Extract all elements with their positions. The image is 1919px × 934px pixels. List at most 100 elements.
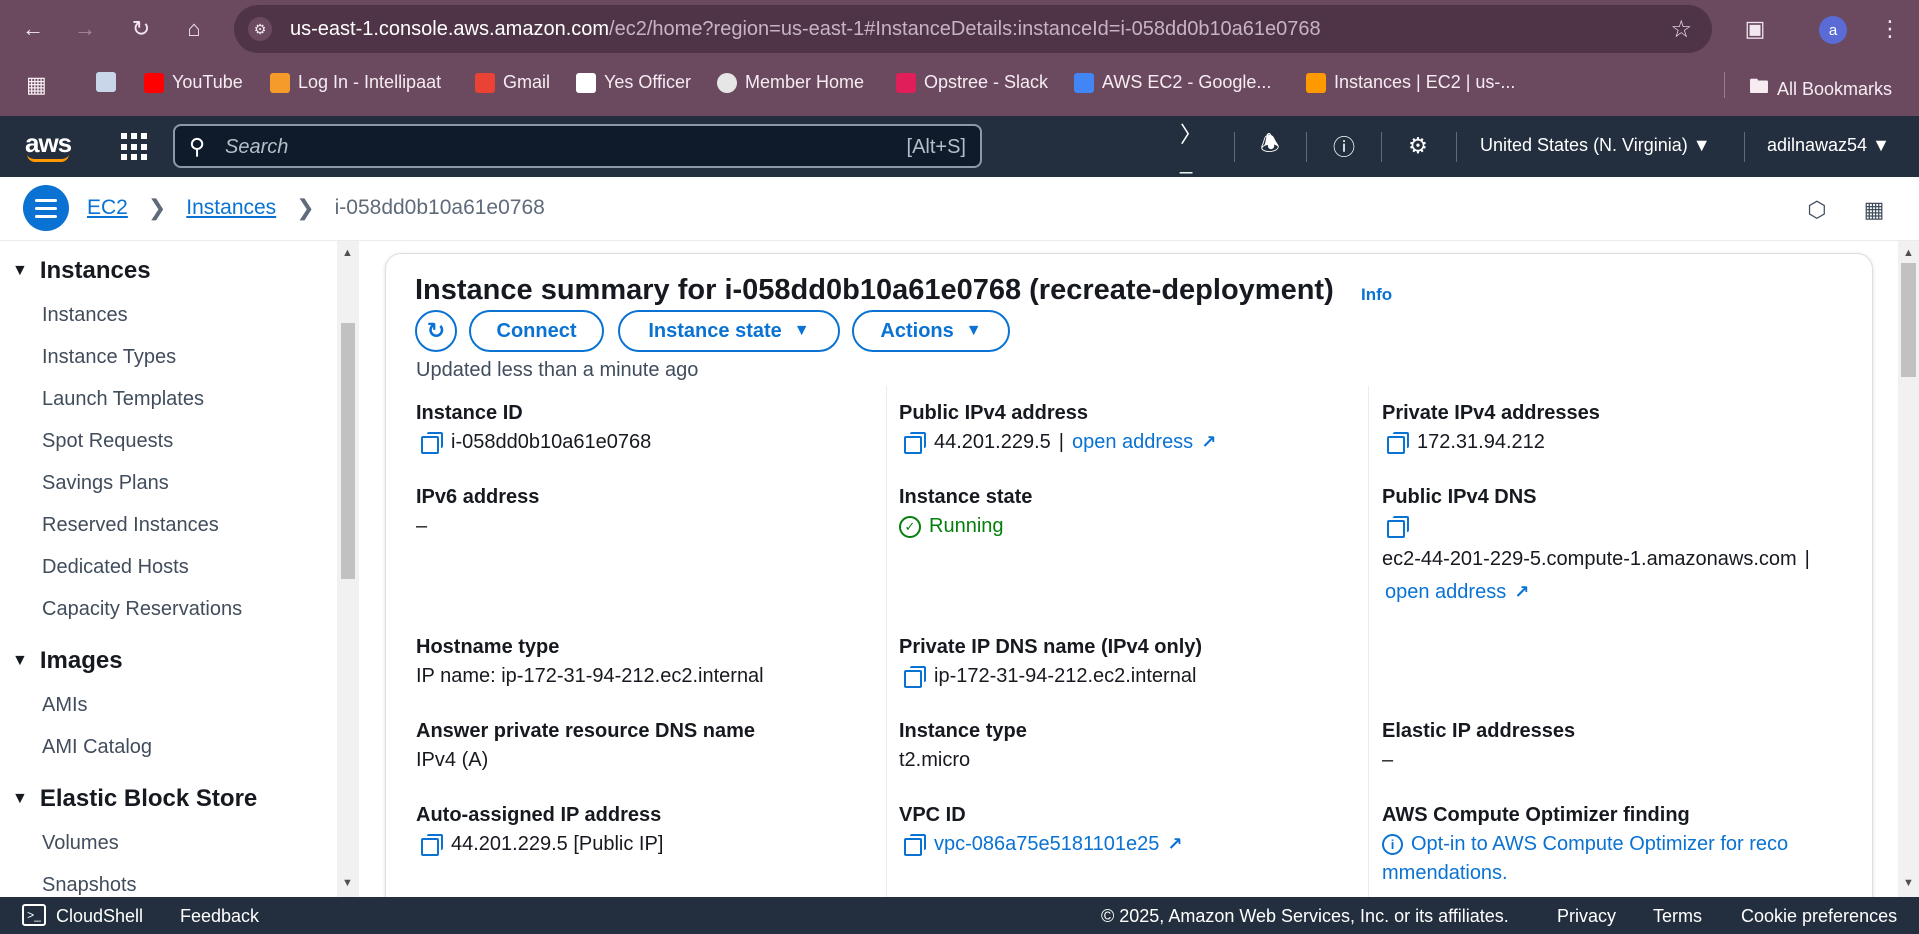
copy-icon[interactable] [904, 431, 926, 454]
sidebar-scroll-thumb[interactable] [341, 323, 355, 579]
bookmark-member-home[interactable]: Member Home [717, 72, 864, 93]
connect-button[interactable]: Connect [469, 310, 604, 352]
feedback-link[interactable]: Feedback [180, 906, 259, 927]
compute-optimizer-link-cont[interactable]: mmendations. [1382, 862, 1508, 885]
sidebar-item-dedicated-hosts[interactable]: Dedicated Hosts [42, 556, 189, 579]
public-dns-copy [1387, 516, 1409, 538]
main-scroll-thumb[interactable] [1901, 263, 1916, 377]
bookmark-instances[interactable]: Instances | EC2 | us-... [1306, 72, 1515, 93]
home-icon[interactable]: ⌂ [176, 11, 212, 47]
profile-avatar[interactable]: a [1819, 16, 1847, 44]
breadcrumb-ec2[interactable]: EC2 [87, 196, 128, 220]
cloudshell-link[interactable]: CloudShell [56, 906, 143, 927]
help-icon[interactable]: ⓘ [1328, 130, 1360, 162]
sidebar-item-capacity-reservations[interactable]: Capacity Reservations [42, 598, 242, 621]
bookmark-star-icon[interactable]: ☆ [1670, 15, 1692, 44]
private-ipv4-value: 172.31.94.212 [1387, 431, 1545, 454]
services-grid-icon[interactable] [121, 133, 149, 161]
search-box[interactable]: ⚲ [Alt+S] [173, 124, 982, 168]
aws-logo[interactable]: aws [25, 128, 72, 162]
browser-menu-icon[interactable]: ⋮ [1872, 11, 1908, 47]
copy-icon[interactable] [1387, 516, 1409, 538]
cloudshell-icon[interactable]: >_ [22, 904, 46, 926]
sidebar-item-volumes[interactable]: Volumes [42, 832, 119, 855]
sidebar-item-ami-catalog[interactable]: AMI Catalog [42, 736, 152, 759]
apps-grid-icon[interactable]: ▦ [26, 72, 47, 98]
breadcrumb-current: i-058dd0b10a61e0768 [334, 196, 545, 219]
external-link-icon[interactable]: ↗ [1514, 582, 1529, 603]
nav-section-elastic-block-store[interactable]: ▼ Elastic Block Store [12, 785, 257, 813]
scroll-up-arrow-icon[interactable]: ▲ [342, 247, 353, 259]
sidebar-item-spot-requests[interactable]: Spot Requests [42, 430, 173, 453]
sidebar-item-launch-templates[interactable]: Launch Templates [42, 388, 204, 411]
external-link-icon[interactable]: ↗ [1167, 834, 1182, 855]
copy-icon[interactable] [421, 833, 443, 856]
compute-optimizer-link[interactable]: Opt-in to AWS Compute Optimizer for reco [1411, 833, 1788, 856]
public-dns-label: Public IPv4 DNS [1382, 486, 1537, 508]
region-selector[interactable]: United States (N. Virginia) ▼ [1480, 135, 1711, 156]
breadcrumb-instances[interactable]: Instances [186, 196, 276, 220]
info-link[interactable]: Info [1361, 285, 1392, 305]
copy-icon[interactable] [1387, 431, 1409, 454]
tools-panel-icon[interactable]: ▦ [1860, 196, 1888, 224]
external-link-icon[interactable]: ↗ [1201, 432, 1216, 453]
back-arrow-icon[interactable]: ← [15, 11, 51, 47]
open-address-link[interactable]: open address [1385, 581, 1506, 604]
answer-dns-value: IPv4 (A) [416, 749, 489, 771]
copy-icon[interactable] [904, 665, 926, 688]
forward-arrow-icon[interactable]: → [67, 11, 103, 47]
main-scrollbar[interactable]: ▲ ▼ [1898, 241, 1919, 897]
cloudshell-icon[interactable]: 〉_ [1180, 122, 1212, 174]
all-bookmarks[interactable]: 🖿 All Bookmarks [1749, 72, 1892, 106]
copy-icon[interactable] [904, 833, 926, 856]
vpc-id-link[interactable]: vpc-086a75e5181101e25 [934, 833, 1159, 856]
bookmark-slack[interactable]: Opstree - Slack [896, 72, 1048, 93]
open-address-link[interactable]: open address [1072, 431, 1193, 454]
bookmark-yes-officer[interactable]: Yes Officer [576, 72, 691, 93]
instance-type-label: Instance type [899, 720, 1027, 742]
bookmark-image-icon[interactable] [96, 72, 116, 92]
actions-button[interactable]: Actions ▼ [852, 310, 1010, 352]
scroll-up-arrow-icon[interactable]: ▲ [1903, 247, 1914, 259]
reload-icon[interactable]: ↻ [123, 11, 159, 47]
scroll-down-arrow-icon[interactable]: ▼ [342, 877, 353, 889]
scroll-down-arrow-icon[interactable]: ▼ [1903, 877, 1914, 889]
cookie-preferences-link[interactable]: Cookie preferences [1741, 906, 1897, 927]
bookmark-google-docs[interactable]: AWS EC2 - Google... [1074, 72, 1271, 93]
globe-icon [717, 72, 737, 93]
bookmarks-divider [1724, 72, 1725, 98]
search-icon: ⚲ [189, 134, 206, 159]
bookmark-youtube[interactable]: YouTube [144, 72, 243, 93]
instance-state-button[interactable]: Instance state ▼ [618, 310, 840, 352]
sidebar-item-amis[interactable]: AMIs [42, 694, 88, 717]
vpc-id-label: VPC ID [899, 804, 966, 826]
sidebar-item-instances[interactable]: Instances [42, 304, 128, 327]
sidebar-scrollbar[interactable]: ▲ ▼ [337, 241, 359, 897]
sidebar-item-instance-types[interactable]: Instance Types [42, 346, 176, 369]
notifications-bell-icon[interactable]: 🕭 [1254, 130, 1286, 162]
terms-link[interactable]: Terms [1653, 906, 1702, 927]
settings-gear-icon[interactable]: ⚙ [1402, 130, 1434, 162]
sidebar-item-snapshots[interactable]: Snapshots [42, 874, 137, 897]
sidebar-item-reserved-instances[interactable]: Reserved Instances [42, 514, 219, 537]
address-bar[interactable]: ⚙ us-east-1.console.aws.amazon.com/ec2/h… [234, 5, 1712, 53]
nav-section-instances[interactable]: ▼ Instances [12, 257, 151, 285]
privacy-link[interactable]: Privacy [1557, 906, 1616, 927]
site-settings-icon[interactable]: ⚙ [248, 17, 272, 41]
copy-icon[interactable] [421, 431, 443, 454]
nav-section-images[interactable]: ▼ Images [12, 647, 123, 675]
sidebar-item-savings-plans[interactable]: Savings Plans [42, 472, 169, 495]
notifications-panel-icon[interactable]: ⬡ [1803, 196, 1831, 224]
divider [1234, 132, 1235, 162]
refresh-button[interactable]: ↻ [415, 310, 457, 352]
caret-down-icon: ▼ [12, 652, 28, 669]
bookmark-gmail[interactable]: Gmail [475, 72, 550, 93]
ipv6-value: – [416, 515, 428, 537]
bookmark-intellipaat[interactable]: Log In - Intellipaat [270, 72, 441, 93]
extensions-icon[interactable]: ▣ [1737, 11, 1773, 47]
account-menu[interactable]: adilnawaz54 ▼ [1767, 135, 1890, 156]
info-circle-icon: i [1382, 834, 1403, 855]
search-input[interactable] [225, 134, 825, 160]
bookmarks-bar: ▦ YouTube Log In - Intellipaat Gmail Yes… [0, 64, 1919, 104]
side-nav-toggle-icon[interactable] [23, 185, 69, 231]
